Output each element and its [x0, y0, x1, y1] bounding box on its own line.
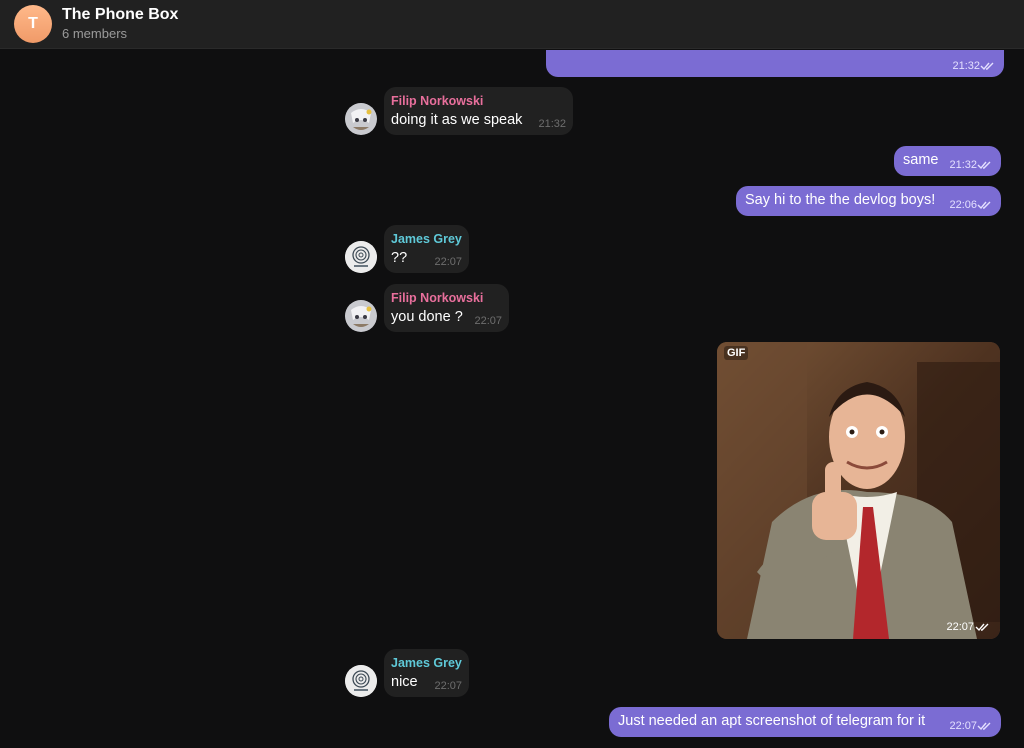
message-list[interactable]: 21:32 Filip Norkowski doing it as we spe… — [0, 50, 1024, 748]
message-text: you done ? — [391, 309, 463, 325]
chat-title[interactable]: The Phone Box — [62, 6, 178, 24]
incoming-message[interactable]: Filip Norkowski you done ? 22:07 — [384, 284, 509, 332]
fingerprint-logo-icon — [345, 665, 377, 697]
double-check-icon — [977, 201, 991, 210]
gif-badge: GIF — [724, 346, 749, 360]
outgoing-message[interactable]: 21:32 — [546, 50, 1004, 77]
sender-name[interactable]: James Grey — [391, 232, 462, 246]
message-text: nice — [391, 674, 418, 690]
group-avatar[interactable]: T — [14, 5, 52, 43]
message-time: 21:32 — [949, 159, 977, 171]
outgoing-message[interactable]: Just needed an apt screenshot of telegra… — [609, 707, 1001, 737]
member-count: 6 members — [62, 26, 128, 41]
james-avatar[interactable] — [345, 665, 377, 697]
sender-name[interactable]: Filip Norkowski — [391, 291, 483, 305]
thumbs-up-gif-image — [717, 342, 1000, 639]
sender-name[interactable]: James Grey — [391, 656, 462, 670]
double-check-icon — [977, 722, 991, 731]
incoming-message[interactable]: James Grey nice 22:07 — [384, 649, 469, 697]
message-time: 22:07 — [946, 621, 974, 633]
double-check-icon — [977, 161, 991, 170]
message-time: 22:06 — [949, 199, 977, 211]
fingerprint-logo-icon — [345, 241, 377, 273]
message-time: 22:07 — [474, 315, 502, 327]
message-time: 21:32 — [952, 60, 980, 72]
message-time: 22:07 — [949, 720, 977, 732]
message-time: 22:07 — [434, 680, 462, 692]
message-text: doing it as we speak — [391, 112, 523, 128]
outgoing-message[interactable]: same 21:32 — [894, 146, 1001, 176]
message-text: Say hi to the the devlog boys! — [745, 192, 936, 208]
incoming-message[interactable]: Filip Norkowski doing it as we speak 21:… — [384, 87, 573, 135]
double-check-icon — [975, 623, 989, 632]
gif-message[interactable]: GIF 22:07 — [717, 342, 1000, 639]
anime-character-icon — [345, 300, 377, 332]
message-time: 21:32 — [538, 118, 566, 130]
filip-avatar[interactable] — [345, 103, 377, 135]
message-text: Just needed an apt screenshot of telegra… — [618, 713, 926, 729]
sender-name[interactable]: Filip Norkowski — [391, 94, 483, 108]
message-time: 22:07 — [434, 256, 462, 268]
outgoing-message[interactable]: Say hi to the the devlog boys! 22:06 — [736, 186, 1001, 216]
chat-header[interactable]: T The Phone Box 6 members — [0, 0, 1024, 49]
james-avatar[interactable] — [345, 241, 377, 273]
group-avatar-letter: T — [28, 15, 38, 32]
message-text: ?? — [391, 250, 408, 266]
incoming-message[interactable]: James Grey ?? 22:07 — [384, 225, 469, 273]
filip-avatar[interactable] — [345, 300, 377, 332]
double-check-icon — [980, 62, 994, 71]
message-text: same — [903, 152, 939, 168]
anime-character-icon — [345, 103, 377, 135]
